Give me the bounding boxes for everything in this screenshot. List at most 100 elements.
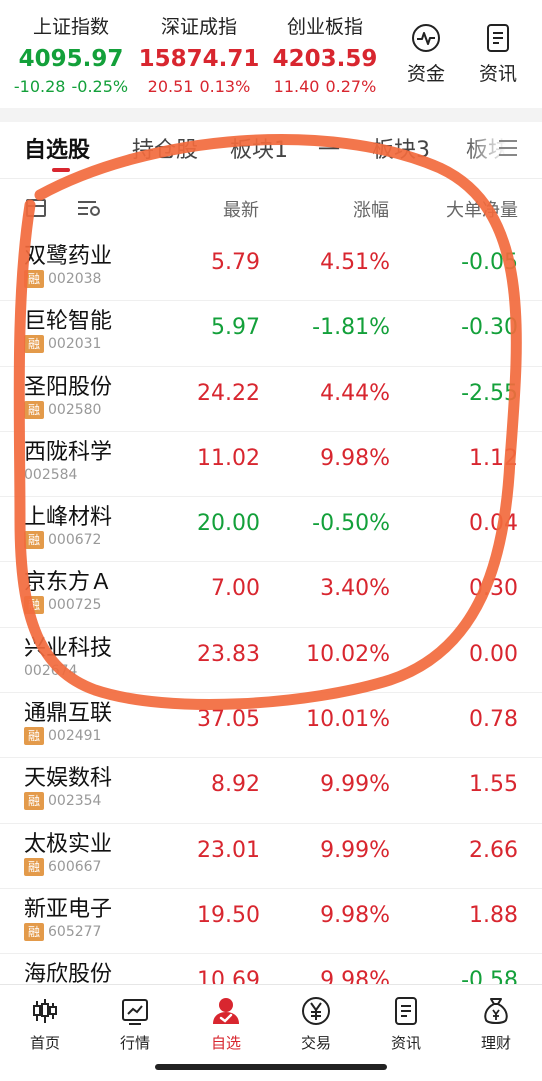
- stock-meta: 融 002038: [24, 269, 101, 289]
- margin-badge: 融: [24, 270, 44, 288]
- home-indicator: [155, 1064, 387, 1070]
- document-icon: [395, 997, 417, 1025]
- index-change: 11.40 0.27%: [260, 76, 390, 98]
- candlestick-icon: [33, 999, 57, 1023]
- stock-row[interactable]: 巨轮智能融 002031 5.97 -1.81% -0.30: [0, 301, 542, 367]
- stock-net-volume: 1.12: [469, 445, 518, 471]
- nav-label: 行情: [119, 1034, 150, 1052]
- tab-sector-1[interactable]: 板块1: [230, 132, 288, 164]
- stock-name: 通鼎互联: [24, 701, 113, 727]
- tab-sector-2[interactable]: 一: [318, 132, 340, 164]
- stock-net-volume: -2.55: [461, 380, 518, 406]
- stock-row[interactable]: 太极实业融 600667 23.01 9.99% 2.66: [0, 824, 542, 889]
- stock-row[interactable]: 天娱数科融 002354 8.92 9.99% 1.55: [0, 758, 542, 824]
- stock-row[interactable]: 西陇科学 002584 11.02 9.98% 1.12: [0, 432, 542, 498]
- index-shenzhen[interactable]: 深证成指 15874.71 20.51 0.13%: [134, 14, 264, 98]
- margin-badge: 融: [24, 922, 44, 941]
- index-value: 4095.97: [18, 46, 124, 72]
- margin-badge: 融: [24, 792, 44, 811]
- stock-price: 24.22: [197, 380, 260, 406]
- stock-meta: 融 002354: [24, 791, 101, 811]
- stock-price: 8.92: [211, 772, 260, 798]
- stock-code: 002031: [48, 336, 102, 353]
- stock-price: 23.01: [197, 837, 260, 863]
- active-tab-indicator: [52, 168, 70, 172]
- stock-name: 双鹭药业: [24, 244, 113, 269]
- index-shanghai[interactable]: 上证指数 4095.97 -10.28 -0.25%: [6, 14, 136, 98]
- column-latest[interactable]: 最新: [223, 196, 259, 222]
- index-change-abs: -10.28: [13, 77, 66, 96]
- index-chinext[interactable]: 创业板指 4203.59 11.40 0.27%: [260, 14, 390, 98]
- nav-label: 首页: [29, 1034, 60, 1052]
- stock-net-volume: 0.00: [469, 641, 518, 667]
- stock-code: 002038: [48, 271, 102, 287]
- nav-watchlist[interactable]: 自选: [186, 995, 266, 1053]
- stock-row[interactable]: 新亚电子融 605277 19.50 9.98% 1.88: [0, 889, 542, 955]
- index-change-pct: 0.13%: [199, 77, 251, 96]
- index-change-pct: 0.27%: [325, 77, 377, 96]
- stock-price: 5.79: [211, 250, 260, 275]
- stock-net-volume: -0.30: [461, 315, 518, 341]
- stock-row[interactable]: 京东方Ａ 融 000725 7.00 3.40% 0.30: [0, 562, 542, 628]
- index-header: 上证指数 4095.97 -10.28 -0.25% 深证成指 15874.71 …: [0, 0, 542, 110]
- menu-icon[interactable]: [496, 136, 520, 160]
- stock-change-pct: 10.02%: [306, 641, 390, 667]
- index-value: 4203.59: [272, 46, 378, 72]
- money-bag-icon: [484, 998, 508, 1024]
- news-label: 资讯: [478, 63, 517, 85]
- stock-row[interactable]: 兴业科技 002674 23.83 10.02% 0.00: [0, 628, 542, 694]
- settings-list-icon[interactable]: [76, 196, 102, 220]
- index-name: 创业板指: [286, 16, 363, 38]
- yen-circle-icon: [302, 997, 330, 1025]
- stock-name: 西陇科学: [24, 439, 113, 465]
- stock-row[interactable]: 双鹭药业融 002038 5.79 4.51% -0.05: [0, 236, 542, 302]
- nav-label: 理财: [480, 1034, 511, 1052]
- document-icon: [487, 24, 509, 52]
- stock-net-volume: 0.30: [469, 576, 518, 602]
- stock-change-pct: 9.98%: [320, 445, 390, 471]
- stock-meta: 融 605277: [24, 922, 101, 942]
- edit-list-icon[interactable]: [24, 196, 50, 220]
- tab-sector-3[interactable]: 板块3: [372, 132, 430, 164]
- stock-net-volume: -0.05: [461, 250, 518, 275]
- nav-label: 资讯: [390, 1034, 421, 1052]
- tab-holdings[interactable]: 持仓股: [132, 132, 198, 164]
- nav-label: 自选: [210, 1034, 241, 1052]
- nav-news[interactable]: 资讯: [366, 995, 446, 1053]
- funds-button[interactable]: 资金: [398, 22, 454, 88]
- index-change-abs: 20.51: [147, 77, 194, 96]
- stock-net-volume: 1.88: [469, 902, 518, 928]
- margin-badge: 融: [24, 400, 44, 419]
- nav-market[interactable]: 行情: [95, 995, 175, 1053]
- stock-name: 巨轮智能: [24, 309, 113, 335]
- stock-meta: 融 600667: [24, 857, 101, 877]
- stock-meta: 002584: [24, 465, 77, 485]
- stock-row[interactable]: 圣阳股份融 002580 24.22 4.44% -2.55: [0, 367, 542, 432]
- stock-net-volume: 0.78: [469, 707, 518, 733]
- funds-label: 资金: [406, 63, 445, 85]
- stock-row[interactable]: 通鼎互联融 002491 37.05 10.01% 0.78: [0, 693, 542, 759]
- tab-watchlist[interactable]: 自选股: [24, 132, 90, 164]
- stock-code: 605277: [48, 923, 102, 940]
- stock-change-pct: -0.50%: [312, 511, 390, 537]
- column-change[interactable]: 涨幅: [353, 196, 389, 222]
- stock-net-volume: 0.04: [469, 511, 518, 537]
- index-change: 20.51 0.13%: [134, 76, 264, 98]
- margin-badge: 融: [24, 596, 44, 615]
- stock-meta: 融 002031: [24, 334, 101, 354]
- stock-name: 天娱数科: [24, 766, 113, 792]
- nav-trade[interactable]: 交易: [276, 995, 356, 1053]
- stock-change-pct: 9.99%: [320, 837, 390, 863]
- stock-code: 002674: [24, 662, 78, 679]
- stock-list: 双鹭药业融 002038 5.79 4.51% -0.05 巨轮智能融 002031 5.97…: [0, 236, 542, 1020]
- nav-wealth[interactable]: 理财: [456, 995, 536, 1053]
- chart-icon: [122, 999, 148, 1025]
- stock-net-volume: 2.66: [469, 837, 518, 863]
- news-button[interactable]: 资讯: [470, 22, 526, 88]
- stock-name: 兴业科技: [24, 635, 113, 661]
- nav-home[interactable]: 首页: [5, 995, 85, 1053]
- column-net-volume[interactable]: 大单净量: [446, 196, 518, 222]
- stock-row[interactable]: 上峰材料融 000672 20.00 -0.50% 0.04: [0, 497, 542, 563]
- column-header: 最新 涨幅 大单净量: [0, 180, 542, 236]
- stock-price: 5.97: [211, 315, 260, 341]
